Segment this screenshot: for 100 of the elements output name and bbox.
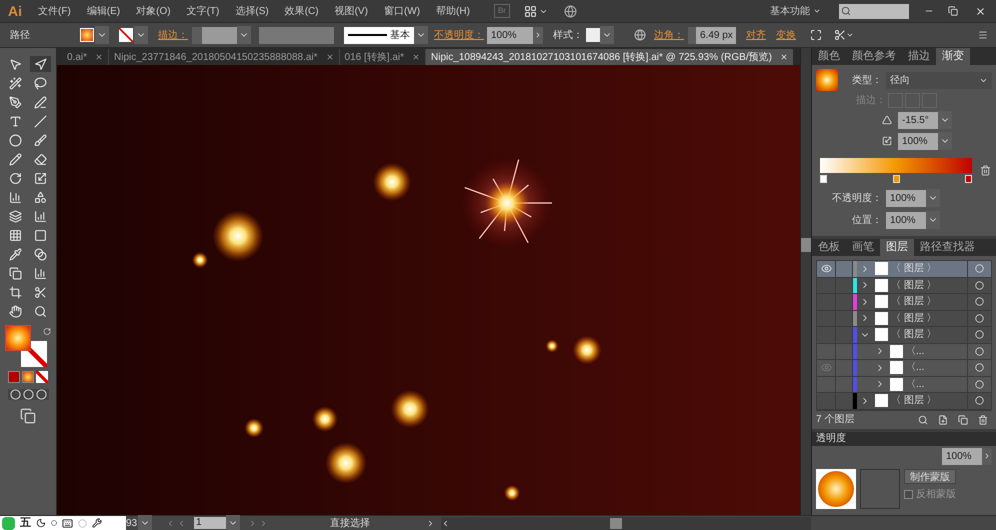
- visibility-eye-icon[interactable]: [820, 263, 832, 274]
- type-tool-icon[interactable]: [9, 114, 22, 128]
- menu-item[interactable]: 文字(T): [186, 4, 220, 18]
- draw-normal-icon[interactable]: [10, 389, 20, 400]
- style-swatch[interactable]: [586, 28, 600, 42]
- draw-behind-icon[interactable]: [22, 389, 34, 400]
- ellipse-tool-icon[interactable]: [9, 134, 22, 146]
- layer-row[interactable]: 〈 图层 〉: [817, 327, 991, 344]
- opacity-field[interactable]: 100%: [487, 26, 533, 44]
- line-tool-icon[interactable]: [34, 114, 47, 128]
- new-layer-icon[interactable]: [958, 414, 968, 424]
- gradient-mode-button[interactable]: [22, 371, 34, 383]
- scissors-icon[interactable]: [834, 29, 846, 41]
- artboard-field[interactable]: 1: [194, 517, 226, 529]
- dropdown-button[interactable]: [138, 514, 152, 530]
- panel-tab[interactable]: 画笔: [846, 239, 880, 256]
- horizontal-scrollbar[interactable]: [441, 516, 811, 530]
- pencil-icon[interactable]: [9, 152, 22, 166]
- menu-item[interactable]: 效果(C): [284, 4, 319, 18]
- gradient-swatch[interactable]: [816, 69, 838, 91]
- angle-field[interactable]: -15.5°: [898, 112, 938, 128]
- arrow-button[interactable]: [533, 26, 543, 44]
- dropdown-icon[interactable]: [846, 31, 854, 39]
- layer-row[interactable]: 〈...: [817, 376, 991, 393]
- opacity-field[interactable]: 100%: [942, 448, 982, 464]
- hand-tool-icon[interactable]: [9, 304, 22, 318]
- layer-row[interactable]: 〈...: [817, 344, 991, 360]
- align-link[interactable]: 对齐: [746, 28, 766, 42]
- menu-item[interactable]: 文件(F): [38, 4, 71, 18]
- scroll-thumb[interactable]: [610, 518, 622, 528]
- workspace-switcher[interactable]: 基本功能: [770, 4, 810, 18]
- layer-row[interactable]: 〈 图层 〉: [817, 393, 991, 410]
- make-mask-button[interactable]: 制作蒙版: [904, 468, 956, 484]
- status-menu-icon[interactable]: [426, 518, 435, 528]
- keyboard-icon[interactable]: [62, 518, 73, 528]
- panel-menu-icon[interactable]: [978, 30, 988, 40]
- delete-layer-icon[interactable]: [978, 414, 988, 424]
- stroke-weight-field[interactable]: [202, 26, 237, 44]
- graph-tool-icon[interactable]: [34, 266, 47, 280]
- type-dropdown[interactable]: 径向: [886, 72, 992, 88]
- aspect-ratio-field[interactable]: 100%: [898, 132, 938, 150]
- last-artboard-icon[interactable]: [259, 518, 268, 528]
- next-artboard-icon[interactable]: [248, 518, 257, 528]
- eyedropper-icon[interactable]: [9, 248, 22, 260]
- input-mode-button[interactable]: 五: [20, 516, 31, 530]
- brush-field[interactable]: 基本: [344, 26, 414, 44]
- panel-title[interactable]: 透明度: [816, 431, 846, 446]
- menu-item[interactable]: 帮助(H): [436, 4, 470, 18]
- draw-inside-icon[interactable]: [36, 389, 46, 400]
- close-icon[interactable]: [780, 53, 788, 61]
- layer-row[interactable]: 〈...: [817, 360, 991, 376]
- layer-row[interactable]: 〈 图层 〉: [817, 278, 991, 294]
- curvature-pen-icon[interactable]: [34, 96, 47, 108]
- panel-tab[interactable]: 图层: [880, 239, 914, 256]
- panel-tab[interactable]: 描边: [902, 48, 936, 65]
- arrow-button[interactable]: [982, 448, 992, 464]
- menu-item[interactable]: 视图(V): [334, 4, 368, 18]
- new-sublayer-icon[interactable]: [938, 414, 948, 424]
- corner-field[interactable]: 6.49 px: [696, 26, 736, 44]
- direct-selection-tool-icon[interactable]: [34, 58, 47, 70]
- eraser-icon[interactable]: [34, 152, 47, 166]
- rotate-icon[interactable]: [9, 172, 22, 184]
- slice-tool-icon[interactable]: [34, 286, 47, 298]
- close-icon[interactable]: [95, 53, 104, 61]
- panel-tab[interactable]: 路径查找器: [914, 239, 981, 256]
- close-icon[interactable]: [975, 6, 986, 16]
- zoom-field[interactable]: 93: [126, 516, 138, 530]
- none-mode-button[interactable]: [36, 371, 48, 383]
- vertical-scrollbar[interactable]: [800, 48, 812, 515]
- close-icon[interactable]: [326, 53, 334, 61]
- magic-wand-icon[interactable]: [9, 76, 22, 90]
- selection-tool-icon[interactable]: [9, 58, 22, 70]
- lasso-icon[interactable]: [34, 76, 47, 90]
- blend-icon[interactable]: [34, 248, 47, 260]
- caret-icon[interactable]: [813, 7, 821, 15]
- variable-width-field[interactable]: [259, 26, 334, 44]
- arrange-documents-icon[interactable]: [524, 4, 537, 18]
- swap-colors-icon[interactable]: [42, 327, 51, 336]
- scroll-left-icon[interactable]: [441, 518, 450, 528]
- stroke-swatch[interactable]: [119, 28, 133, 42]
- moon-icon[interactable]: [36, 518, 46, 528]
- location-field[interactable]: 100%: [886, 212, 926, 228]
- first-artboard-icon[interactable]: [166, 518, 175, 528]
- free-transform-icon[interactable]: [34, 190, 47, 204]
- screen-mode-icon[interactable]: [20, 408, 36, 424]
- settings-icon[interactable]: [92, 518, 102, 528]
- close-icon[interactable]: [412, 53, 420, 61]
- isolate-icon[interactable]: [810, 29, 822, 41]
- menu-item[interactable]: 选择(S): [235, 4, 269, 18]
- brush-icon[interactable]: [34, 134, 47, 146]
- menu-item[interactable]: 窗口(W): [384, 4, 420, 18]
- panel-tab[interactable]: 颜色参考: [846, 48, 902, 65]
- color-stop[interactable]: [892, 175, 900, 183]
- color-mode-button[interactable]: [8, 371, 20, 383]
- panel-tab[interactable]: 色板: [812, 239, 846, 256]
- document-tab[interactable]: Nipic_10894243_20181027103101674086 [转换].ai* @ 725.93% (RGB/预览): [426, 49, 793, 65]
- mesh-icon[interactable]: [9, 228, 22, 242]
- dropdown-button[interactable]: [226, 514, 240, 530]
- ime-logo-icon[interactable]: [2, 516, 15, 530]
- artboard-tool-icon[interactable]: [9, 286, 22, 298]
